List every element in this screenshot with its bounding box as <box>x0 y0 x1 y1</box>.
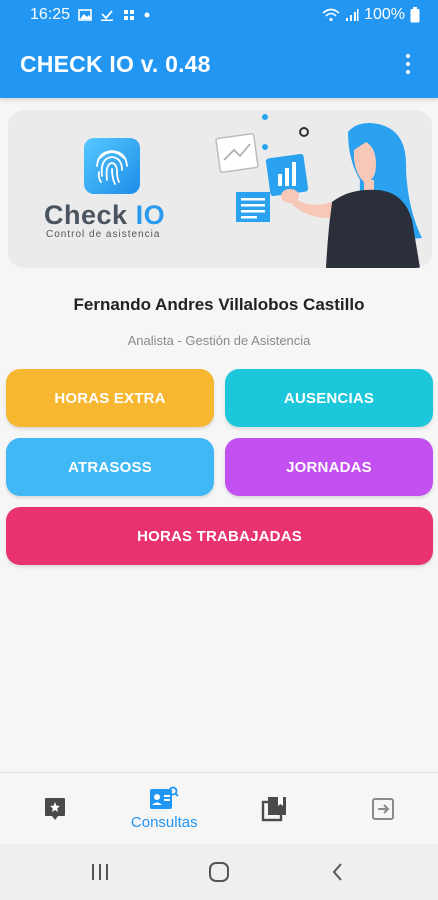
wifi-icon <box>322 8 340 22</box>
nav-item-salir[interactable] <box>329 773 438 844</box>
download-done-icon <box>101 10 114 21</box>
back-icon[interactable] <box>327 861 349 883</box>
contact-card-icon <box>150 786 179 809</box>
logo-io: IO <box>135 200 166 230</box>
status-bar: 16:25 100% <box>0 0 438 30</box>
gallery-icon <box>78 9 92 21</box>
more-vert-icon[interactable] <box>398 52 418 76</box>
fingerprint-logo-icon <box>84 138 140 194</box>
line-chart-icon <box>215 133 259 173</box>
app-title: CHECK IO v. 0.48 <box>20 50 211 77</box>
star-badge-icon <box>44 797 65 820</box>
user-name: Fernando Andres Villalobos Castillo <box>73 295 365 314</box>
horas-trabajadas-button[interactable]: HORAS TRABAJADAS <box>6 507 433 565</box>
signal-icon <box>346 9 359 21</box>
home-icon[interactable] <box>208 861 230 883</box>
battery-icon <box>410 7 420 23</box>
status-time: 16:25 <box>30 6 71 23</box>
notification-dot-icon <box>144 12 150 18</box>
nav-item-marcas[interactable] <box>0 773 110 844</box>
logo-subtitle: Control de asistencia <box>46 229 161 240</box>
nav-item-biblioteca[interactable] <box>219 773 329 844</box>
nav-label-consultas: Consultas <box>130 814 198 831</box>
bottom-navigation: Consultas <box>0 772 438 844</box>
logo-wordmark: Check IO <box>44 200 165 231</box>
horas-extra-button[interactable]: HORAS EXTRA <box>6 369 214 427</box>
recents-icon[interactable] <box>89 862 111 882</box>
woman-illustration <box>215 114 422 268</box>
nav-item-consultas[interactable]: Consultas <box>110 773 220 844</box>
atrasos-button[interactable]: ATRASOSS <box>6 438 214 496</box>
user-role: Analista - Gestión de Asistencia <box>127 333 311 348</box>
logo-word: Check <box>44 200 128 230</box>
system-navigation-bar <box>0 844 438 900</box>
document-icon <box>236 192 270 222</box>
battery-level: 100% <box>364 6 405 23</box>
ausencias-button[interactable]: AUSENCIAS <box>225 369 433 427</box>
library-icon <box>261 796 286 821</box>
app-bar: CHECK IO v. 0.48 <box>0 30 438 98</box>
header-banner: Check IO Control de asistencia <box>8 110 432 268</box>
jornadas-button[interactable]: JORNADAS <box>225 438 433 496</box>
exit-icon <box>372 797 395 820</box>
grid-apps-icon <box>124 10 135 20</box>
